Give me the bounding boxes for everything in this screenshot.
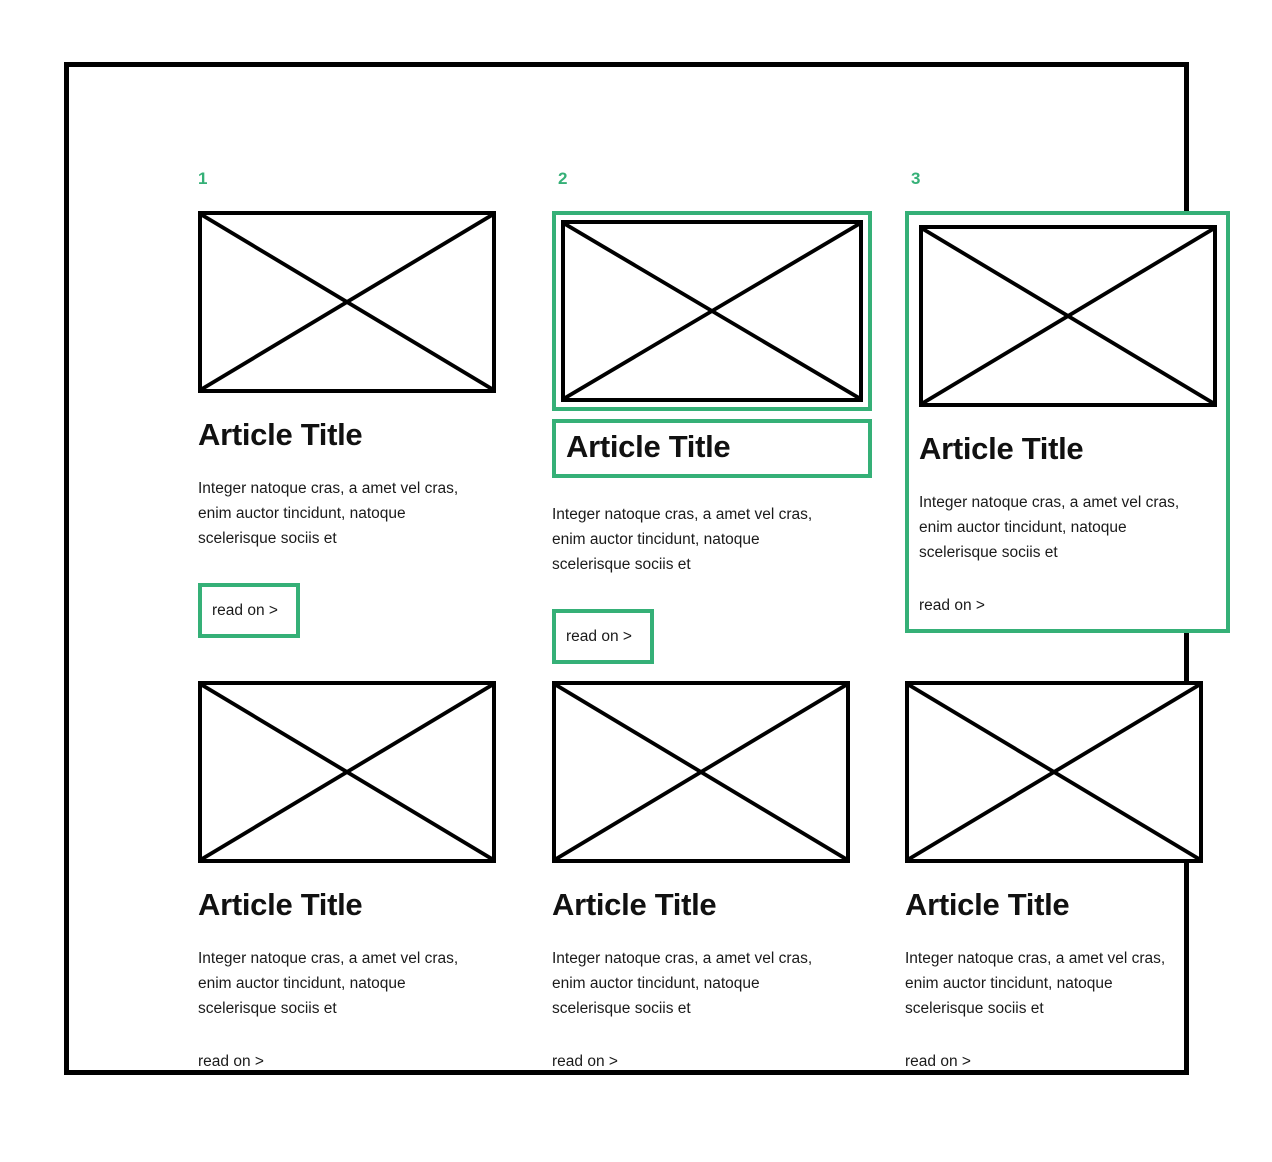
- article-body-2: Integer natoque cras, a amet vel cras, e…: [552, 505, 813, 573]
- article-read-slot-4: read on >: [198, 1053, 498, 1071]
- article-read-slot-1: read on >: [198, 582, 498, 639]
- article-body-5: Integer natoque cras, a amet vel cras, e…: [552, 949, 813, 1017]
- article-thumbnail-2: [561, 220, 863, 402]
- read-on-link-2[interactable]: read on >: [552, 608, 654, 665]
- article-card-5[interactable]: Article Title Integer natoque cras, a am…: [552, 681, 852, 1071]
- read-on-link-5[interactable]: read on >: [552, 1053, 618, 1070]
- article-body-slot-2: Integer natoque cras, a amet vel cras, e…: [552, 502, 852, 577]
- read-on-link-6[interactable]: read on >: [905, 1053, 971, 1070]
- read-on-link-4[interactable]: read on >: [198, 1053, 264, 1070]
- article-read-slot-6: read on >: [905, 1053, 1205, 1071]
- article-thumbnail-3: [919, 225, 1217, 407]
- article-row-bottom: Article Title Integer natoque cras, a am…: [198, 681, 1208, 1101]
- article-title-4: Article Title: [198, 887, 363, 922]
- read-on-link-3[interactable]: read on >: [919, 597, 985, 614]
- article-body-slot-3: Integer natoque cras, a amet vel cras, e…: [919, 490, 1216, 565]
- article-body-4: Integer natoque cras, a amet vel cras, e…: [198, 949, 459, 1017]
- article-title-3: Article Title: [919, 431, 1084, 466]
- article-body-1: Integer natoque cras, a amet vel cras, e…: [198, 479, 459, 547]
- article-card-4[interactable]: Article Title Integer natoque cras, a am…: [198, 681, 498, 1071]
- article-title-6: Article Title: [905, 887, 1070, 922]
- article-row-top: 1 Article Title Integer natoque cras, a …: [198, 170, 1230, 671]
- article-body-slot-1: Integer natoque cras, a amet vel cras, e…: [198, 476, 498, 551]
- wireframe-canvas: 1 Article Title Integer natoque cras, a …: [0, 0, 1272, 1162]
- wireframe-frame: 1 Article Title Integer natoque cras, a …: [64, 62, 1230, 1075]
- article-title-1: Article Title: [198, 417, 363, 452]
- article-title-slot-6: Article Title: [905, 887, 1205, 922]
- article-title-highlight-2: Article Title: [552, 419, 872, 478]
- article-body-slot-6: Integer natoque cras, a amet vel cras, e…: [905, 946, 1205, 1021]
- article-read-slot-5: read on >: [552, 1053, 852, 1071]
- article-card-6[interactable]: Article Title Integer natoque cras, a am…: [905, 681, 1205, 1071]
- article-title-slot-1: Article Title: [198, 417, 498, 452]
- article-title-slot-3: Article Title: [919, 431, 1216, 466]
- article-read-slot-2: read on >: [552, 608, 852, 665]
- article-body-slot-5: Integer natoque cras, a amet vel cras, e…: [552, 946, 852, 1021]
- article-thumbnail-1: [198, 211, 496, 393]
- article-title-slot-5: Article Title: [552, 887, 852, 922]
- article-thumbnail-highlight-2: [552, 211, 872, 411]
- article-body-6: Integer natoque cras, a amet vel cras, e…: [905, 949, 1166, 1017]
- article-read-slot-3: read on >: [919, 597, 1216, 615]
- article-card-3[interactable]: 3 Article Title Integer natoque cras, a …: [905, 170, 1230, 633]
- article-title-5: Article Title: [552, 887, 717, 922]
- annotation-number-2: 2: [558, 169, 568, 188]
- article-grid: 1 Article Title Integer natoque cras, a …: [198, 170, 1230, 1101]
- article-thumbnail-4: [198, 681, 496, 863]
- article-card-highlight-3: Article Title Integer natoque cras, a am…: [905, 211, 1230, 633]
- article-card-1[interactable]: 1 Article Title Integer natoque cras, a …: [198, 170, 498, 639]
- article-body-slot-4: Integer natoque cras, a amet vel cras, e…: [198, 946, 498, 1021]
- annotation-number-1: 1: [198, 169, 208, 188]
- article-body-3: Integer natoque cras, a amet vel cras, e…: [919, 493, 1180, 561]
- article-title-2: Article Title: [566, 429, 731, 464]
- annotation-number-3: 3: [911, 169, 921, 188]
- article-card-2[interactable]: 2 Article Title Integer natoque cras, a …: [552, 170, 872, 665]
- article-title-slot-4: Article Title: [198, 887, 498, 922]
- read-on-link-1[interactable]: read on >: [198, 582, 300, 639]
- article-thumbnail-5: [552, 681, 850, 863]
- article-thumbnail-6: [905, 681, 1203, 863]
